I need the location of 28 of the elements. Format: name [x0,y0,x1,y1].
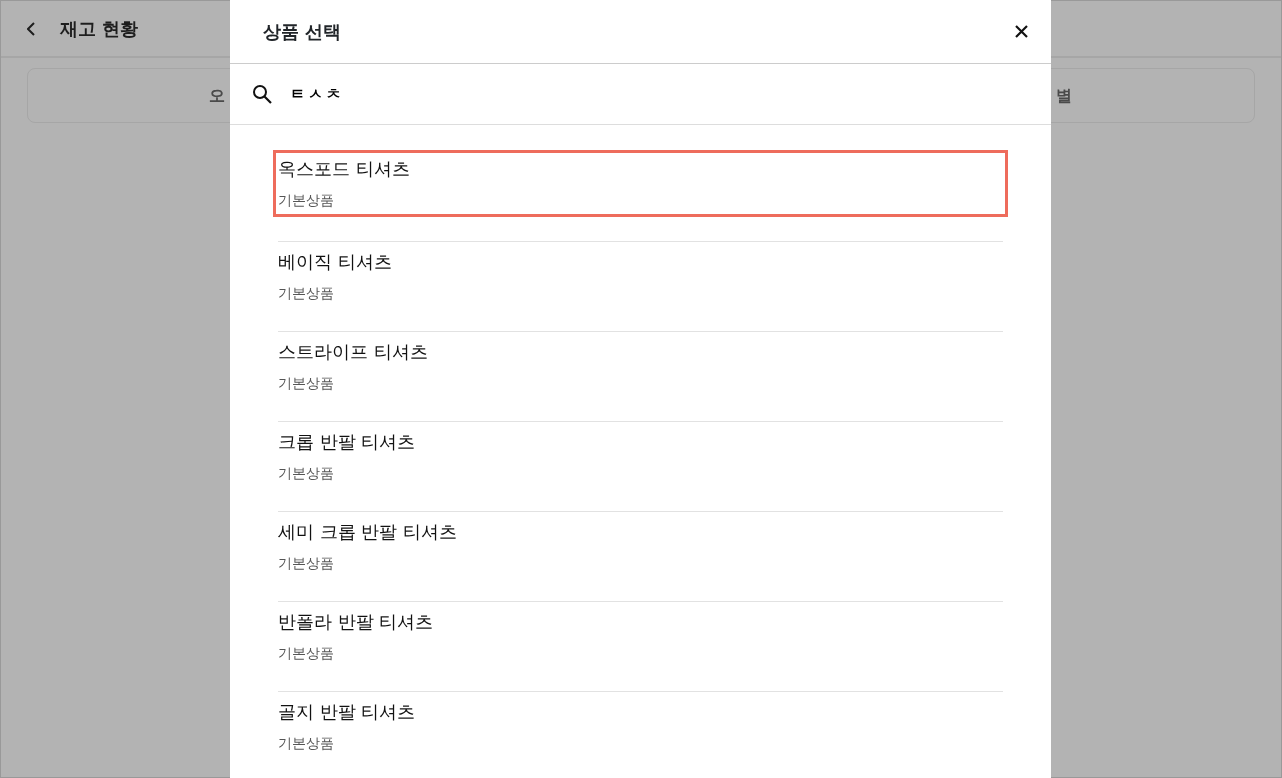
product-type: 기본상품 [278,644,335,663]
segment-label[interactable]: 오 [209,83,225,108]
segment-label[interactable]: 별 [1056,83,1072,108]
product-name: 골지 반팔 티셔츠 [278,700,417,724]
product-type: 기본상품 [278,464,335,483]
product-name: 스트라이프 티셔츠 [278,340,429,364]
back-icon[interactable] [27,21,36,36]
product-name: 세미 크롭 반팔 티셔츠 [278,520,459,544]
close-button[interactable] [1014,24,1029,39]
product-type: 기본상품 [278,374,335,393]
product-name: 베이직 티셔츠 [278,250,393,274]
product-item[interactable]: 베이직 티셔츠 기본상품 [278,242,1003,304]
dialog-title: 상품 선택 [263,20,342,44]
product-item[interactable]: 반폴라 반팔 티셔츠 기본상품 [278,602,1003,664]
product-item[interactable]: 골지 반팔 티셔츠 기본상품 [278,692,1003,754]
product-name: 반폴라 반팔 티셔츠 [278,610,435,634]
product-type: 기본상품 [278,284,335,303]
product-item[interactable]: 크롭 반팔 티셔츠 기본상품 [278,422,1003,484]
product-name: 크롭 반팔 티셔츠 [278,430,417,454]
page-title: 재고 현황 [60,17,139,41]
product-type: 기본상품 [278,554,335,573]
product-type: 기본상품 [278,734,335,753]
product-type: 기본상품 [278,191,335,210]
search-icon [252,84,272,104]
product-name: 옥스포드 티셔츠 [278,157,411,181]
product-item[interactable]: 세미 크롭 반팔 티셔츠 기본상품 [278,512,1003,574]
product-item[interactable]: 스트라이프 티셔츠 기본상품 [278,332,1003,394]
product-item[interactable]: 옥스포드 티셔츠 기본상품 [275,152,1006,215]
